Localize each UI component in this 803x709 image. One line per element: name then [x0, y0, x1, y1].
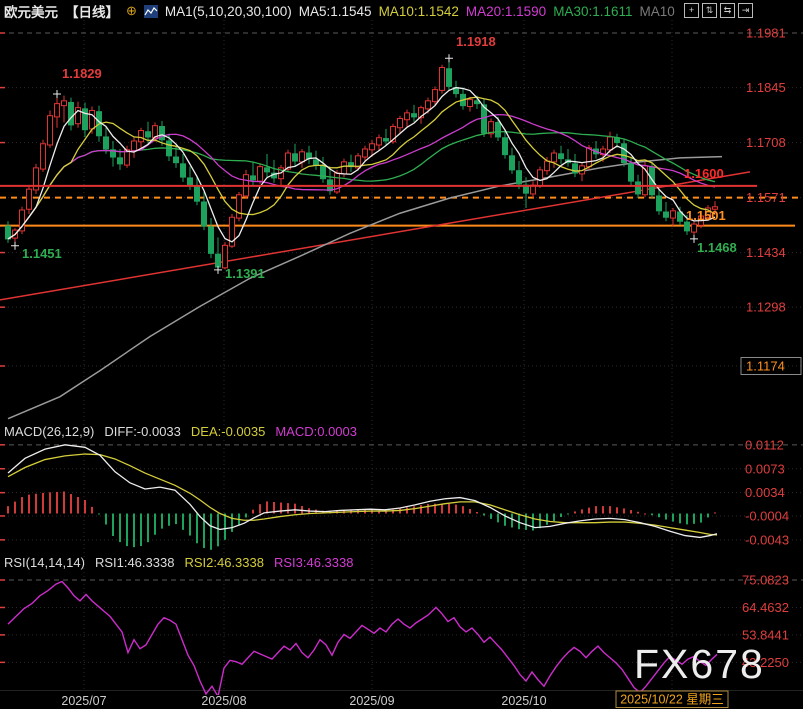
ma20-value: MA20:1.1590	[466, 4, 546, 19]
ma-settings-label: MA1(5,10,20,30,100)	[165, 4, 292, 19]
x-axis-scale-button[interactable]: ⇆	[720, 3, 735, 18]
rsi-title: RSI(14,14,14)	[4, 555, 85, 570]
price-axis-label: 1.1434	[746, 245, 786, 260]
axis-labels: 1.1501 1.1600 1.1829 1.1918 1.1451 1.1391 1.14…	[22, 26, 801, 709]
macd-pane	[7, 445, 717, 550]
price-axis-label: 1.1845	[746, 80, 786, 95]
time-axis-label: 2025/07	[61, 694, 106, 708]
macd-hist-value: MACD:0.0003	[275, 424, 357, 439]
chart-legend: 欧元美元 【日线】 ⊕ MA1(5,10,20,30,100) MA5:1.15…	[4, 2, 675, 20]
ma5-value: MA5:1.1545	[299, 4, 372, 19]
crosshair-button[interactable]: +	[684, 3, 699, 18]
macd-axis-label: -0.0043	[745, 532, 789, 547]
ma10-line	[8, 97, 715, 239]
price-axis-label: 1.1571	[746, 190, 786, 205]
period-label: 【日线】	[65, 1, 119, 21]
current-date-label: 2025/10/22 星期三	[620, 693, 724, 707]
fx678-watermark: FX678	[634, 641, 765, 688]
rsi-pane	[8, 582, 717, 697]
chart-type-icon[interactable]	[144, 5, 158, 18]
ma100-label: MA10	[640, 4, 675, 19]
time-axis-label: 2025/10	[501, 694, 546, 708]
macd-axis-label: 0.0073	[745, 461, 785, 476]
macd-header: MACD(26,12,9) DIFF:-0.0033 DEA:-0.0035 M…	[4, 424, 357, 439]
price-axis-label: 1.1708	[746, 135, 786, 150]
ma20-line	[8, 115, 715, 239]
rsi2-value: RSI2:46.3338	[184, 555, 264, 570]
rsi-line	[8, 582, 717, 697]
time-axis-label: 2025/09	[349, 694, 394, 708]
price-axis-label: 1.1298	[746, 300, 786, 315]
ma100-line	[8, 157, 722, 419]
chart-canvas[interactable]: 1.1501 1.1600 1.1829 1.1918 1.1451 1.1391 1.14…	[0, 0, 803, 709]
ma10-value: MA10:1.1542	[379, 4, 459, 19]
price-marker	[53, 90, 61, 98]
rsi-header: RSI(14,14,14) RSI1:46.3338 RSI2:46.3338 …	[4, 555, 353, 570]
macd-histogram	[7, 491, 716, 549]
price-line-label: 1.1501	[686, 208, 726, 223]
macd-axis-label: 0.0112	[745, 437, 784, 452]
macd-title: MACD(26,12,9)	[4, 424, 94, 439]
price-annotation: 1.1451	[22, 246, 62, 261]
macd-axis-label: 0.0034	[745, 485, 785, 500]
time-axis-label: 2025/08	[201, 694, 246, 708]
rsi3-value: RSI3:46.3338	[274, 555, 354, 570]
toolbar: +⇅⇆⇥	[684, 3, 753, 18]
price-marker	[445, 54, 453, 62]
macd-dea-value: DEA:-0.0035	[191, 424, 265, 439]
rsi1-value: RSI1:46.3338	[95, 555, 175, 570]
price-annotation: 1.1829	[62, 66, 102, 81]
macd-dea-line	[8, 454, 717, 535]
macd-diff-value: DIFF:-0.0033	[104, 424, 181, 439]
ma30-value: MA30:1.1611	[553, 4, 632, 19]
y-axis-scale-button[interactable]: ⇅	[702, 3, 717, 18]
exit-button[interactable]: ⇥	[738, 3, 753, 18]
add-indicator-icon[interactable]: ⊕	[126, 3, 137, 19]
rsi-axis-label: 75.0823	[742, 573, 789, 588]
macd-axis-label: -0.0004	[745, 508, 789, 523]
rsi-axis-label: 64.4632	[742, 600, 789, 615]
price-annotation: 1.1468	[697, 240, 737, 255]
price-axis-label: 1.1981	[746, 26, 786, 41]
symbol-name: 欧元美元	[4, 1, 58, 21]
price-annotation: 1.1918	[456, 34, 496, 49]
boxed-price-label: 1.1174	[746, 359, 785, 374]
price-line-label: 1.1600	[684, 166, 724, 181]
main-pane	[0, 54, 803, 418]
price-marker	[11, 242, 19, 250]
ma5-line	[8, 88, 715, 242]
trading-app: 1.1501 1.1600 1.1829 1.1918 1.1451 1.1391 1.14…	[0, 0, 803, 709]
price-annotation: 1.1391	[225, 266, 265, 281]
